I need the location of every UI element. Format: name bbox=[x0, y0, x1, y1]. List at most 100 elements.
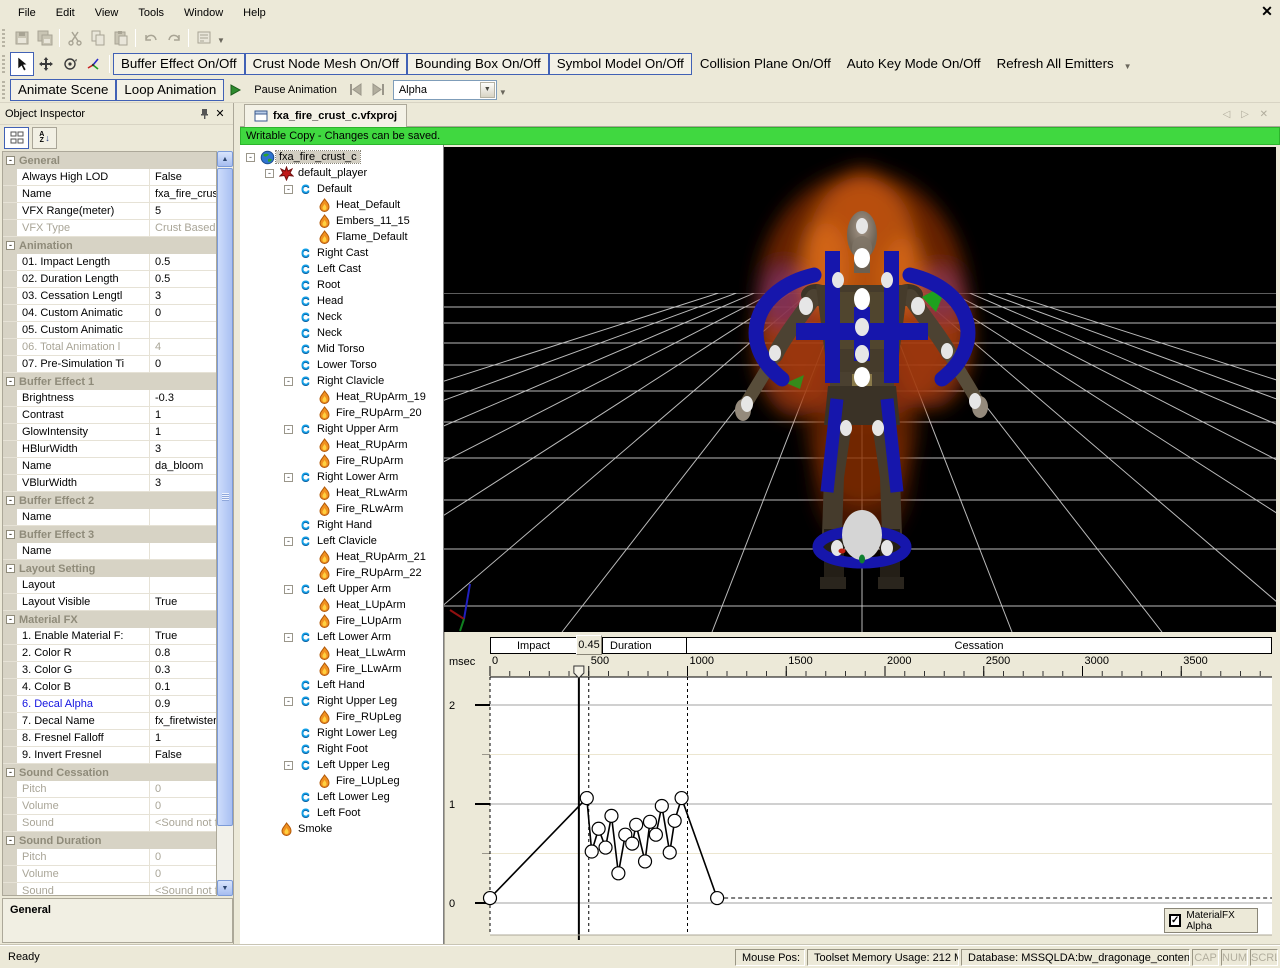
tree-item-label[interactable]: Fire_LLwArm bbox=[333, 663, 404, 675]
category-row[interactable]: - Layout Setting bbox=[3, 560, 216, 577]
toolbar-overflow-icon[interactable]: ▼ bbox=[215, 30, 229, 45]
tree-item-default[interactable]: - C Default bbox=[240, 181, 443, 197]
property-value[interactable]: 0.5 bbox=[150, 271, 216, 287]
tree-item-right-hand[interactable]: C Right Hand bbox=[240, 517, 443, 533]
skip-start-button[interactable] bbox=[345, 80, 367, 100]
toolbar-grip[interactable] bbox=[2, 28, 5, 47]
collapse-icon[interactable]: - bbox=[284, 696, 293, 706]
tree-item-right-upper-arm[interactable]: - C Right Upper Arm bbox=[240, 421, 443, 437]
property-value[interactable]: da_bloom bbox=[150, 458, 216, 474]
alphabetic-sort-button[interactable]: A Z ↓ bbox=[32, 127, 57, 149]
toggle-crust-node-mesh-on-off[interactable]: Crust Node Mesh On/Off bbox=[244, 52, 407, 75]
property-row[interactable]: 05. Custom Animatic bbox=[3, 322, 216, 339]
collapse-icon[interactable]: - bbox=[284, 632, 293, 642]
tree-item-left-foot[interactable]: C Left Foot bbox=[240, 805, 443, 821]
tree-item-right-clavicle[interactable]: - C Right Clavicle bbox=[240, 373, 443, 389]
loop-animation-button[interactable]: Loop Animation bbox=[116, 78, 225, 101]
inspector-scrollbar[interactable]: ▲ ▼ bbox=[217, 151, 233, 896]
tree-item-left-upper-arm[interactable]: - C Left Upper Arm bbox=[240, 581, 443, 597]
tree-item-label[interactable]: Fire_RUpLeg bbox=[333, 711, 404, 723]
copy-icon[interactable] bbox=[86, 27, 109, 48]
property-row[interactable]: GlowIntensity 1 bbox=[3, 424, 216, 441]
tree-item-label[interactable]: Fire_RLwArm bbox=[333, 503, 406, 515]
tree-item-default-player[interactable]: - default_player bbox=[240, 165, 443, 181]
property-value[interactable]: 0.8 bbox=[150, 645, 216, 661]
collapse-icon[interactable]: - bbox=[284, 760, 293, 770]
property-value[interactable]: 0 bbox=[150, 305, 216, 321]
property-value[interactable]: <Sound not found> bbox=[150, 815, 216, 831]
property-value[interactable]: 0.3 bbox=[150, 662, 216, 678]
property-row[interactable]: Layout Visible True bbox=[3, 594, 216, 611]
tree-item-right-foot[interactable]: C Right Foot bbox=[240, 741, 443, 757]
property-value[interactable]: fxa_fire_crust_c bbox=[150, 186, 216, 202]
toggle-bounding-box-on-off[interactable]: Bounding Box On/Off bbox=[407, 52, 549, 75]
scroll-up-icon[interactable]: ▲ bbox=[217, 151, 233, 167]
collapse-icon[interactable]: - bbox=[6, 496, 15, 505]
category-row[interactable]: - General bbox=[3, 152, 216, 169]
property-value[interactable]: True bbox=[150, 628, 216, 644]
tree-item-label[interactable]: Left Upper Arm bbox=[314, 583, 394, 595]
tree-item-fire-luparm[interactable]: Fire_LUpArm bbox=[240, 613, 443, 629]
property-value[interactable]: 0 bbox=[150, 798, 216, 814]
tree-item-neck[interactable]: C Neck bbox=[240, 309, 443, 325]
collapse-icon[interactable]: - bbox=[6, 836, 15, 845]
property-row[interactable]: 07. Pre-Simulation Ti 0 bbox=[3, 356, 216, 373]
tree-item-heat-luparm[interactable]: Heat_LUpArm bbox=[240, 597, 443, 613]
property-value[interactable]: 0 bbox=[150, 356, 216, 372]
scroll-down-icon[interactable]: ▼ bbox=[217, 880, 233, 896]
property-row[interactable]: Name bbox=[3, 509, 216, 526]
toolbar-overflow-icon[interactable]: ▼ bbox=[1122, 56, 1136, 71]
materialfx-alpha-checkbox[interactable]: ✓ bbox=[1169, 914, 1182, 927]
category-row[interactable]: - Animation bbox=[3, 237, 216, 254]
tree-item-label[interactable]: Heat_RUpArm bbox=[333, 439, 411, 451]
property-row[interactable]: 01. Impact Length 0.5 bbox=[3, 254, 216, 271]
viewport-3d[interactable] bbox=[444, 147, 1276, 632]
timeline-panel[interactable]: Impact 0.45 Duration Cessation msec 0120… bbox=[444, 632, 1276, 945]
menu-file[interactable]: File bbox=[8, 3, 46, 23]
menu-tools[interactable]: Tools bbox=[128, 3, 174, 23]
category-row[interactable]: - Buffer Effect 2 bbox=[3, 492, 216, 509]
tree-item-label[interactable]: Mid Torso bbox=[314, 343, 367, 355]
toolbar-grip[interactable] bbox=[2, 80, 5, 99]
curve-editor-canvas[interactable]: 0 1 2 0 500 1000 1500 2000 2500 3000 3500 bbox=[445, 632, 1277, 945]
collapse-icon[interactable]: - bbox=[284, 184, 293, 194]
property-row[interactable]: Contrast 1 bbox=[3, 407, 216, 424]
property-row[interactable]: Pitch 0 bbox=[3, 781, 216, 798]
tree-item-left-lower-arm[interactable]: - C Left Lower Arm bbox=[240, 629, 443, 645]
property-row[interactable]: 8. Fresnel Falloff 1 bbox=[3, 730, 216, 747]
animate-scene-button[interactable]: Animate Scene bbox=[10, 78, 117, 101]
tree-item-heat-llwarm[interactable]: Heat_LLwArm bbox=[240, 645, 443, 661]
categorized-view-button[interactable] bbox=[4, 127, 29, 149]
collapse-icon[interactable]: - bbox=[284, 472, 293, 482]
tree-item-label[interactable]: Heat_Default bbox=[333, 199, 403, 211]
tree-item-label[interactable]: Fire_RUpArm_22 bbox=[333, 567, 425, 579]
property-row[interactable]: VFX Range(meter) 5 bbox=[3, 203, 216, 220]
tab-scroll-buttons[interactable]: ◁ ▷ ✕ bbox=[1223, 109, 1272, 120]
save-all-icon[interactable] bbox=[33, 27, 56, 48]
tree-item-label[interactable]: Flame_Default bbox=[333, 231, 411, 243]
tree-item-heat-rlwarm[interactable]: Heat_RLwArm bbox=[240, 485, 443, 501]
collapse-icon[interactable]: - bbox=[6, 615, 15, 624]
tree-item-mid-torso[interactable]: C Mid Torso bbox=[240, 341, 443, 357]
animation-select[interactable]: Alpha ▼ bbox=[392, 79, 497, 100]
property-value[interactable] bbox=[150, 577, 216, 593]
category-row[interactable]: - Buffer Effect 3 bbox=[3, 526, 216, 543]
property-row[interactable]: Sound<Sound not found> bbox=[3, 815, 216, 832]
select-tool[interactable] bbox=[10, 51, 34, 76]
tree-item-label[interactable]: Left Cast bbox=[314, 263, 364, 275]
tree-item-fire-llwarm[interactable]: Fire_LLwArm bbox=[240, 661, 443, 677]
tree-item-fire-ruparm[interactable]: Fire_RUpArm bbox=[240, 453, 443, 469]
property-row[interactable]: Name bbox=[3, 543, 216, 560]
pin-icon[interactable] bbox=[196, 106, 212, 121]
collapse-icon[interactable]: - bbox=[284, 424, 293, 434]
tree-item-root[interactable]: C Root bbox=[240, 277, 443, 293]
tree-item-label[interactable]: Default bbox=[314, 183, 355, 195]
tree-item-label[interactable]: Root bbox=[314, 279, 343, 291]
axis-tool[interactable] bbox=[82, 52, 106, 76]
property-value[interactable] bbox=[150, 543, 216, 559]
tree-item-label[interactable]: Right Clavicle bbox=[314, 375, 387, 387]
tree-item-label[interactable]: Left Upper Leg bbox=[314, 759, 393, 771]
tree-item-smoke[interactable]: Smoke bbox=[240, 821, 443, 837]
paste-icon[interactable] bbox=[109, 27, 132, 48]
tree-item-label[interactable]: Right Upper Arm bbox=[314, 423, 401, 435]
